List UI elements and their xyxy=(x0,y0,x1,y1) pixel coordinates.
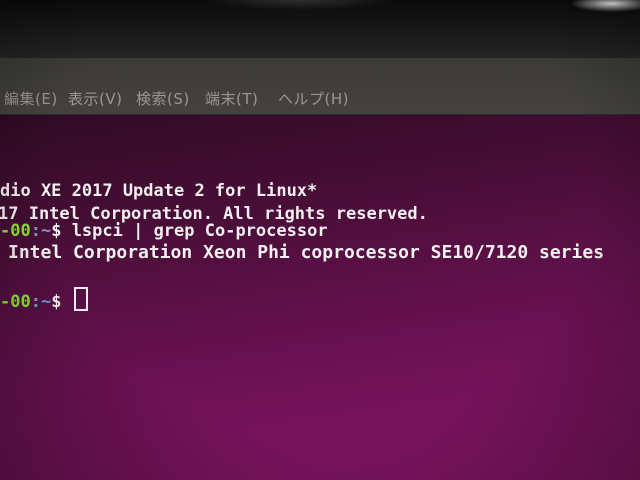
command-text: lspci | grep Co-processor xyxy=(71,221,328,241)
prompt-path: :~ xyxy=(30,292,52,312)
menu-search[interactable]: 検索(S) xyxy=(136,88,190,109)
menu-help[interactable]: ヘルプ(H) xyxy=(278,88,349,109)
command-line: -00:~$ lspci | grep Co-processor xyxy=(0,221,328,241)
menu-terminal[interactable]: 端末(T) xyxy=(205,88,258,109)
active-prompt-line[interactable]: -00:~$ xyxy=(0,287,88,312)
prompt-host: -00 xyxy=(0,292,31,312)
menu-edit[interactable]: 編集(E) xyxy=(4,88,58,109)
screen-glare xyxy=(570,0,640,12)
terminal-window: 編集(E) 表示(V) 検索(S) 端末(T) ヘルプ(H) dio XE 20… xyxy=(0,58,640,480)
menu-bar: 編集(E) 表示(V) 検索(S) 端末(T) ヘルプ(H) xyxy=(0,58,640,115)
terminal-output-area[interactable]: dio XE 2017 Update 2 for Linux* 17 Intel… xyxy=(0,115,640,480)
menu-view[interactable]: 表示(V) xyxy=(68,88,122,109)
prompt-path: :~ xyxy=(30,221,52,241)
prompt-host: -00 xyxy=(0,221,31,241)
screen-glare-soft xyxy=(200,0,400,10)
text-cursor xyxy=(73,287,88,311)
prompt-symbol: $ xyxy=(51,292,72,312)
prompt-symbol: $ xyxy=(51,221,72,241)
output-line-result: Intel Corporation Xeon Phi coprocessor S… xyxy=(8,242,605,263)
output-line-banner: dio XE 2017 Update 2 for Linux* xyxy=(0,181,318,201)
